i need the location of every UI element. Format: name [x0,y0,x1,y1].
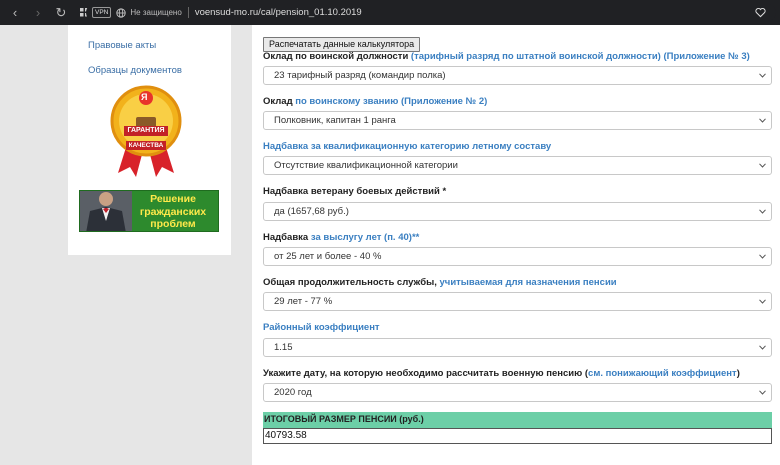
select-seniority-bonus[interactable]: от 25 лет и более - 40 % [263,247,772,266]
badge-letter: Я [141,92,148,102]
chevron-down-icon [759,73,766,78]
select-value: 1.15 [274,342,293,353]
banner-line-1: Решение [150,193,196,205]
chevron-down-icon [759,163,766,168]
field-label-service-duration: Общая продолжительность службы, учитывае… [263,277,617,288]
browser-toolbar: ‹ › ↻ VPN Не защищено voensud-mo.ru/cal/… [0,0,780,25]
select-veteran-bonus[interactable]: да (1657,68 руб.) [263,202,772,221]
field-label-seniority-bonus: Надбавка за выслугу лет (п. 40)** [263,232,419,243]
select-value: да (1657,68 руб.) [274,206,349,217]
label-link-regional-coefficient[interactable]: Районный коэффициент [263,322,380,333]
select-service-duration[interactable]: 29 лет - 77 % [263,292,772,311]
label-text: Оклад по воинской должности [263,51,411,62]
field-label-position-salary: Оклад по воинской должности (тарифный ра… [263,51,750,62]
label-text: Надбавка [263,232,311,243]
url-text[interactable]: voensud-mo.ru/cal/pension_01.10.2019 [195,7,362,18]
select-value: от 25 лет и более - 40 % [274,251,382,262]
label-text: Надбавка ветерану боевых действий * [263,186,447,197]
forward-icon[interactable]: › [30,5,46,21]
label-suffix: ) [736,368,740,379]
field-label-rank-salary: Оклад по воинскому званию (Приложение № … [263,96,487,107]
result-header: ИТОГОВЫЙ РАЗМЕР ПЕНСИИ (руб.) [263,412,772,428]
left-sidebar: Правовые акты Образцы документов Я ГАРАН… [68,25,231,255]
select-position-salary[interactable]: 23 тарифный разряд (командир полка) [263,66,772,85]
banner-line-3: проблем [150,218,196,230]
security-status[interactable]: Не защищено [130,8,181,17]
civil-problems-banner[interactable]: Решение гражданских проблем [79,190,219,232]
lawyer-person-icon [80,191,132,231]
label-link-tariff-appendix-3[interactable]: (тарифный разряд по штатной воинской дол… [411,51,750,62]
sidebar-link-legal-acts[interactable]: Правовые акты [88,40,156,51]
badge-line-2: КАЧЕСТВА [128,142,164,149]
select-regional-coefficient[interactable]: 1.15 [263,338,772,357]
select-value: 23 тарифный разряд (командир полка) [274,70,446,81]
select-value: Отсутствие квалификационной категории [274,160,458,171]
select-qualification[interactable]: Отсутствие квалификационной категории [263,156,772,175]
chevron-down-icon [759,209,766,214]
chevron-down-icon [759,390,766,395]
chevron-down-icon [759,254,766,259]
select-rank-salary[interactable]: Полковник, капитан 1 ранга [263,111,772,130]
label-link-pension-service[interactable]: учитываемая для назначения пенсии [440,277,617,288]
chevron-down-icon [759,345,766,350]
globe-icon [116,7,127,18]
heart-icon[interactable] [755,7,766,18]
label-text: Укажите дату, на которую необходимо расс… [263,368,589,379]
pension-calculator: Распечатать данные калькулятора Оклад по… [252,25,780,465]
select-value: Полковник, капитан 1 ранга [274,115,396,126]
reload-icon[interactable]: ↻ [53,5,69,21]
label-link-reducing-coefficient[interactable]: см. понижающий коэффициент [588,368,737,379]
banner-line-2: гражданских [139,205,207,218]
label-link-rank-appendix-2[interactable]: по воинскому званию (Приложение № 2) [295,96,487,107]
field-label-veteran-bonus: Надбавка ветерану боевых действий * [263,186,446,197]
badge-line-1: ГАРАНТИЯ [127,127,165,134]
label-text: Общая продолжительность службы, [263,277,440,288]
url-divider [187,7,189,18]
label-link-seniority[interactable]: за выслугу лет (п. 40)** [311,232,420,243]
field-label-regional-coefficient: Районный коэффициент [263,322,380,333]
label-text: Оклад [263,96,296,107]
back-icon[interactable]: ‹ [7,5,23,21]
chevron-down-icon [759,299,766,304]
sidebar-link-document-samples[interactable]: Образцы документов [88,65,182,76]
label-link-qualification[interactable]: Надбавка за квалификационную категорию л… [263,141,551,152]
select-value: 2020 год [274,387,312,398]
field-label-calculation-date: Укажите дату, на которую необходимо расс… [263,368,740,379]
chevron-down-icon [759,118,766,123]
address-bar[interactable]: VPN Не защищено voensud-mo.ru/cal/pensio… [86,4,776,21]
select-calculation-year[interactable]: 2020 год [263,383,772,402]
select-value: 29 лет - 77 % [274,296,333,307]
vpn-badge[interactable]: VPN [92,7,112,18]
field-label-qualification: Надбавка за квалификационную категорию л… [263,141,551,152]
result-pension-amount[interactable]: 40793.58 [263,428,772,444]
print-calculator-button[interactable]: Распечатать данные калькулятора [263,37,421,52]
quality-guarantee-badge[interactable]: Я ГАРАНТИЯ КАЧЕСТВА [106,83,186,179]
